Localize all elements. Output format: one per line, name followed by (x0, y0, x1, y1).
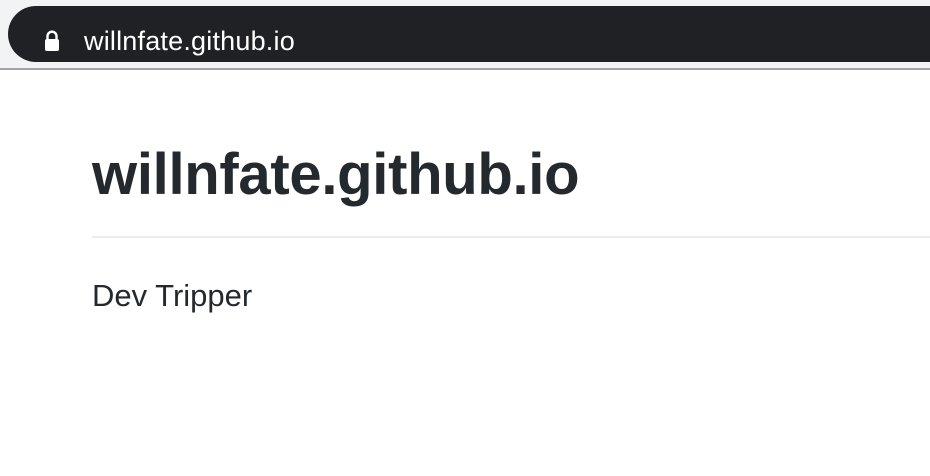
address-bar[interactable]: willnfate.github.io (8, 6, 930, 62)
page-content: willnfate.github.io Dev Tripper (0, 70, 930, 476)
title-divider (92, 236, 930, 238)
url-text[interactable]: willnfate.github.io (84, 21, 295, 61)
page-title: willnfate.github.io (92, 142, 580, 207)
lock-icon[interactable] (43, 29, 61, 53)
page-description: Dev Tripper (92, 278, 253, 313)
browser-toolbar: willnfate.github.io (0, 0, 930, 70)
